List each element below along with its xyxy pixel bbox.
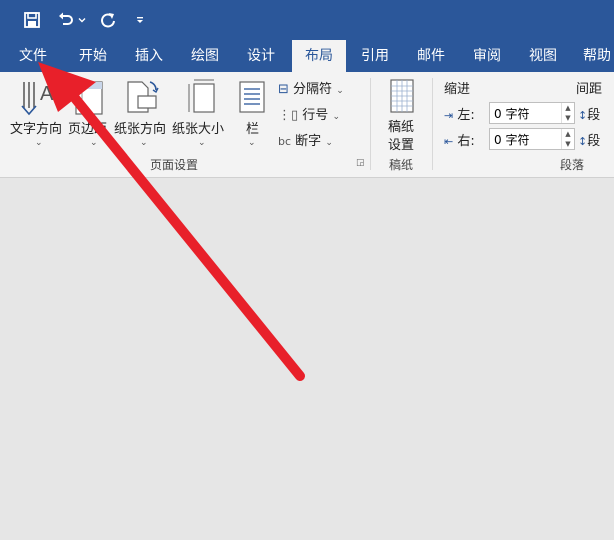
spacing-after-icon: ↕ bbox=[578, 135, 588, 148]
chevron-down-icon: ⌄ bbox=[325, 138, 333, 148]
breaks-icon: ⊟ bbox=[278, 82, 289, 97]
hyphenation-button[interactable]: bc 断字 ⌄ bbox=[278, 130, 333, 149]
indent-title: 缩进 bbox=[444, 82, 471, 97]
tab-home[interactable]: 开始 bbox=[68, 40, 118, 72]
indent-right-input[interactable]: 0 字符 ▲ ▼ bbox=[489, 128, 575, 150]
tab-draw[interactable]: 绘图 bbox=[180, 40, 230, 72]
tab-insert[interactable]: 插入 bbox=[124, 40, 174, 72]
title-bar bbox=[0, 0, 614, 40]
tab-review[interactable]: 审阅 bbox=[462, 40, 512, 72]
margins-icon[interactable] bbox=[72, 80, 104, 118]
document-area[interactable] bbox=[0, 178, 614, 540]
chevron-down-icon: ⌄ bbox=[198, 138, 206, 148]
tab-help[interactable]: 帮助 bbox=[574, 40, 614, 72]
page-setup-group-label: 页面设置 bbox=[150, 158, 199, 172]
chevron-down-icon[interactable] bbox=[76, 8, 88, 32]
group-divider bbox=[432, 78, 433, 170]
columns-button[interactable]: 栏 bbox=[246, 118, 259, 137]
redo-icon[interactable] bbox=[96, 8, 120, 32]
spacing-after-label[interactable]: ↕段 bbox=[578, 130, 600, 149]
page-size-button[interactable]: 纸张大小 bbox=[172, 118, 224, 137]
indent-left-icon: ⇥ bbox=[444, 109, 454, 122]
line-numbers-icon: ⋮▯ bbox=[278, 108, 299, 123]
manuscript-group-label: 稿纸 bbox=[389, 158, 414, 172]
chevron-down-icon: ⌄ bbox=[35, 138, 43, 148]
text-direction-button[interactable]: 文字方向 bbox=[10, 118, 62, 137]
dialog-launcher-icon[interactable]: ◲ bbox=[356, 158, 365, 168]
tab-mailings[interactable]: 邮件 bbox=[406, 40, 456, 72]
orientation-button[interactable]: 纸张方向 bbox=[114, 118, 166, 137]
tab-file[interactable]: 文件 bbox=[6, 40, 60, 72]
indent-left-label: ⇥ 左: bbox=[444, 108, 475, 123]
spinner-arrows-icon[interactable]: ▲ ▼ bbox=[561, 129, 574, 149]
manuscript-setup-line1[interactable]: 稿纸 bbox=[388, 116, 414, 135]
tab-design[interactable]: 设计 bbox=[236, 40, 286, 72]
spacing-before-label[interactable]: ↕段 bbox=[578, 104, 600, 123]
tab-references[interactable]: 引用 bbox=[350, 40, 400, 72]
columns-icon[interactable] bbox=[238, 80, 266, 118]
manuscript-setup-icon[interactable] bbox=[388, 78, 416, 114]
paragraph-group-label: 段落 bbox=[560, 158, 585, 172]
chevron-down-icon: ⌄ bbox=[332, 112, 340, 122]
group-divider bbox=[370, 78, 371, 170]
spinner-arrows-icon[interactable]: ▲ ▼ bbox=[561, 103, 574, 123]
indent-left-input[interactable]: 0 字符 ▲ ▼ bbox=[489, 102, 575, 124]
indent-right-label: ⇤ 右: bbox=[444, 134, 475, 149]
line-numbers-button[interactable]: ⋮▯ 行号 ⌄ bbox=[278, 104, 340, 123]
svg-text:A: A bbox=[40, 83, 54, 105]
undo-icon[interactable] bbox=[54, 8, 78, 32]
chevron-down-icon: ⌄ bbox=[140, 138, 148, 148]
chevron-down-icon: ⌄ bbox=[336, 86, 344, 96]
save-icon[interactable] bbox=[20, 8, 44, 32]
tab-view[interactable]: 视图 bbox=[518, 40, 568, 72]
spacing-title: 间距 bbox=[576, 82, 603, 97]
spacing-before-icon: ↕ bbox=[578, 109, 588, 122]
hyphenation-icon: bc bbox=[278, 135, 292, 148]
breaks-button[interactable]: ⊟ 分隔符 ⌄ bbox=[278, 78, 344, 97]
tab-layout[interactable]: 布局 bbox=[292, 40, 346, 72]
ribbon: A 文字方向 ⌄ 页边距 ⌄ 纸张方向 ⌄ 纸张大小 ⌄ 栏 ⌄ ⊟ 分隔符 ⌄… bbox=[0, 72, 614, 178]
margins-button[interactable]: 页边距 bbox=[68, 118, 107, 137]
customize-qat-icon[interactable] bbox=[132, 8, 148, 32]
orientation-icon[interactable] bbox=[124, 78, 160, 118]
manuscript-setup-line2[interactable]: 设置 bbox=[388, 134, 414, 153]
chevron-down-icon: ⌄ bbox=[248, 138, 256, 148]
chevron-down-icon: ⌄ bbox=[90, 138, 98, 148]
text-direction-icon[interactable]: A bbox=[20, 78, 58, 118]
indent-right-icon: ⇤ bbox=[444, 135, 454, 148]
page-size-icon[interactable] bbox=[186, 78, 216, 118]
